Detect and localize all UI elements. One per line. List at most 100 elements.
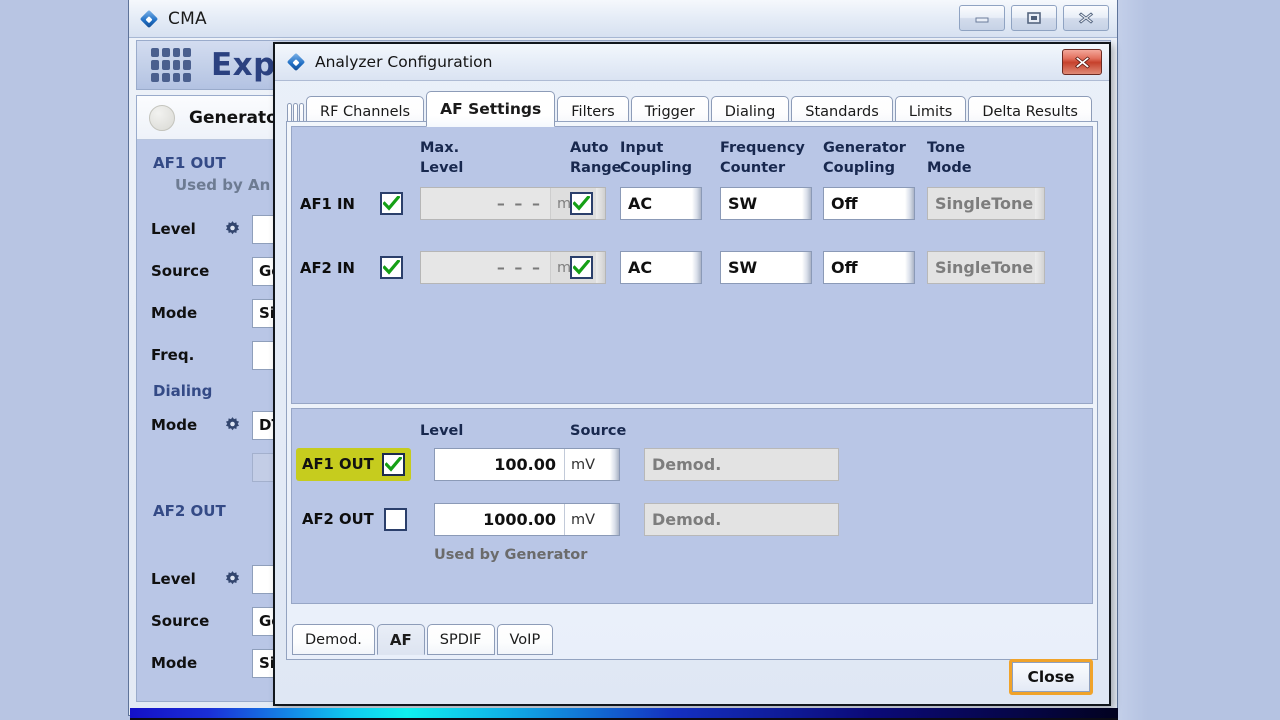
label-af2-mode: Mode <box>151 654 198 672</box>
af1-out-source-value: Demod. <box>652 455 722 474</box>
row-label-af2-out: AF2 OUT <box>302 511 374 528</box>
dialog-titlebar: Analyzer Configuration <box>275 44 1109 81</box>
dropdown-grip <box>692 188 701 219</box>
close-button-border <box>1012 662 1090 692</box>
close-button[interactable] <box>1063 5 1109 31</box>
page-title: Exp <box>211 47 276 83</box>
af1-out-highlight-group: AF1 OUT <box>296 448 411 481</box>
table-row: AF2 OUT 1000.00 mV Demod. <box>292 481 1092 536</box>
af2-in-frequency-counter-value: SW <box>728 258 758 277</box>
status-led-icon <box>149 104 175 131</box>
af2-in-auto-range-checkbox[interactable] <box>570 256 593 279</box>
maximize-icon <box>1027 12 1041 24</box>
af2-out-level-unit: mV <box>564 504 610 535</box>
close-x-icon <box>1074 55 1090 69</box>
af2-out-used-by-note: Used by Generator <box>434 547 588 563</box>
row-label-af1-in: AF1 IN <box>300 196 355 213</box>
checkmark-icon <box>573 260 590 275</box>
maximize-button[interactable] <box>1011 5 1057 31</box>
af1-out-level-field[interactable]: 100.00 mV <box>434 448 620 481</box>
af1-out-enable-checkbox[interactable] <box>381 453 405 476</box>
af1-in-input-coupling-dropdown[interactable]: AC <box>620 187 702 220</box>
app-grid-icon[interactable] <box>151 48 191 82</box>
cma-titlebar: CMA <box>129 0 1117 38</box>
af1-in-generator-coupling-value: Off <box>831 194 858 213</box>
label-source: Source <box>151 262 210 280</box>
generator-label: Generator <box>189 107 287 128</box>
label-mode: Mode <box>151 304 198 322</box>
label-af2-source: Source <box>151 612 210 630</box>
source-tab-af[interactable]: AF <box>376 624 425 655</box>
field-grip <box>610 449 619 480</box>
af2-out-level-field[interactable]: 1000.00 mV <box>434 503 620 536</box>
checkmark-icon <box>573 196 590 211</box>
af1-out-level-value: 100.00 <box>494 455 556 474</box>
af2-in-max-level-value: – – – <box>496 258 542 277</box>
minimize-button[interactable] <box>959 5 1005 31</box>
desktop-background: CMA Exp Generator AF1 OUT Used by An Lev… <box>0 0 1280 720</box>
bottom-status-strip <box>130 708 1118 720</box>
af2-in-input-coupling-dropdown[interactable]: AC <box>620 251 702 284</box>
header-generator-coupling: Generator Coupling <box>823 140 906 176</box>
af1-in-auto-range-checkbox[interactable] <box>570 192 593 215</box>
af2-in-input-coupling-value: AC <box>628 258 653 277</box>
af2-in-tone-mode-value: SingleTone <box>935 258 1034 277</box>
af2-in-generator-coupling-dropdown[interactable]: Off <box>823 251 915 284</box>
source-tab-voip[interactable]: VoIP <box>496 624 554 655</box>
rohde-schwarz-logo-icon <box>286 52 306 72</box>
dialog-title: Analyzer Configuration <box>315 53 493 71</box>
label-af2-level: Level <box>151 570 196 588</box>
checkmark-icon <box>384 457 402 472</box>
af2-in-generator-coupling-value: Off <box>831 258 858 277</box>
dropdown-grip <box>905 188 914 219</box>
row-label-af1-out: AF1 OUT <box>302 456 374 473</box>
dropdown-grip <box>802 252 811 283</box>
source-tab-demod[interactable]: Demod. <box>292 624 375 655</box>
af2-out-enable-checkbox[interactable] <box>383 508 407 531</box>
row-label-af2-in: AF2 IN <box>300 260 355 277</box>
af2-out-source-value: Demod. <box>652 510 722 529</box>
af1-in-generator-coupling-dropdown[interactable]: Off <box>823 187 915 220</box>
checkmark-icon <box>383 260 400 275</box>
af-output-panel: Level Source AF1 OUT 100.00 mV Demod. AF… <box>291 408 1093 604</box>
af2-out-source-dropdown[interactable]: Demod. <box>644 503 839 536</box>
af1-out-level-unit: mV <box>564 449 610 480</box>
af2-in-enable-checkbox[interactable] <box>380 256 403 279</box>
af1-in-enable-checkbox[interactable] <box>380 192 403 215</box>
close-icon <box>1078 12 1094 24</box>
header-auto-range: Auto Range <box>570 140 622 176</box>
dropdown-grip <box>1035 188 1044 219</box>
label-dialing-mode: Mode <box>151 416 198 434</box>
header-max-level: Max. Level <box>420 140 464 176</box>
af2-in-tone-mode-dropdown[interactable]: SingleTone <box>927 251 1045 284</box>
dialog-close-button[interactable] <box>1062 49 1102 75</box>
header-input-coupling: Input Coupling <box>620 140 692 176</box>
dropdown-grip <box>1035 252 1044 283</box>
af1-in-tone-mode-dropdown[interactable]: SingleTone <box>927 187 1045 220</box>
checkmark-icon <box>383 196 400 211</box>
header-frequency-counter: Frequency Counter <box>720 140 805 176</box>
table-row: AF2 IN – – – mV <box>292 220 1092 284</box>
field-grip <box>610 504 619 535</box>
af1-in-frequency-counter-dropdown[interactable]: SW <box>720 187 812 220</box>
rohde-schwarz-logo-icon <box>139 9 159 29</box>
close-button[interactable]: Close <box>1009 659 1093 695</box>
af1-in-frequency-counter-value: SW <box>728 194 758 213</box>
dropdown-grip <box>802 188 811 219</box>
af1-in-tone-mode-value: SingleTone <box>935 194 1034 213</box>
gear-icon[interactable] <box>223 416 242 435</box>
source-tabstrip: Demod. AF SPDIF VoIP <box>292 619 555 655</box>
tab-af-settings[interactable]: AF Settings <box>426 91 556 127</box>
label-freq: Freq. <box>151 346 195 364</box>
gear-icon[interactable] <box>223 220 242 239</box>
af1-in-max-level-value: – – – <box>496 194 542 213</box>
af2-in-frequency-counter-dropdown[interactable]: SW <box>720 251 812 284</box>
table-row: AF1 OUT 100.00 mV Demod. <box>292 440 1092 481</box>
gear-icon[interactable] <box>223 570 242 589</box>
source-tab-spdif[interactable]: SPDIF <box>426 624 495 655</box>
af2-out-level-value: 1000.00 <box>483 510 556 529</box>
af1-in-input-coupling-value: AC <box>628 194 653 213</box>
minimize-icon <box>975 17 989 23</box>
window-controls <box>959 5 1109 31</box>
af1-out-source-dropdown[interactable]: Demod. <box>644 448 839 481</box>
